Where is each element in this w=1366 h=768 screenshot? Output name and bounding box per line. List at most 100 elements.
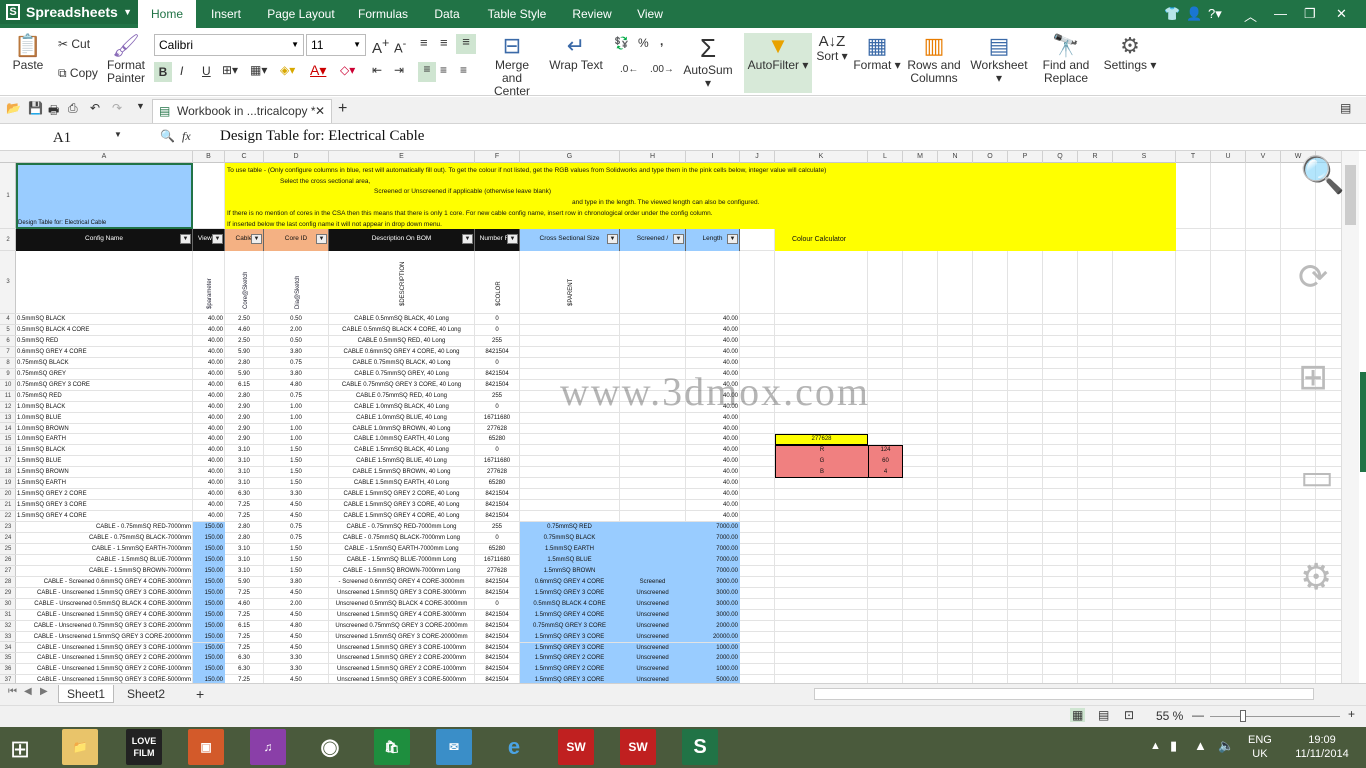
table-cell[interactable]: 0.75 [265, 533, 327, 544]
table-cell[interactable]: CABLE - 1.5mmSQ BROWN-7000mm Long [330, 566, 473, 577]
table-cell[interactable]: - Screened 0.6mmSQ GREY 4 CORE-3000mm [330, 577, 473, 588]
table-cell[interactable]: 1.50 [265, 555, 327, 566]
normal-view-icon[interactable]: ▦ [1070, 708, 1086, 722]
table-cell[interactable]: CABLE 0.5mmSQ BLACK 4 CORE, 40 Long [330, 325, 473, 336]
table-cell[interactable]: 40.00 [687, 325, 738, 336]
page-layout-view-icon[interactable]: ▤ [1098, 708, 1109, 722]
table-cell[interactable]: CABLE 0.75mmSQ GREY, 40 Long [330, 369, 473, 380]
row-header[interactable]: 21 [0, 500, 16, 512]
font-name-select[interactable]: Calibri ▼ [154, 34, 304, 56]
table-cell[interactable]: 8421504 [476, 621, 518, 632]
table-cell[interactable]: 277628 [476, 467, 518, 478]
table-cell[interactable]: 1.50 [265, 478, 327, 489]
redo-icon[interactable]: ↷ [112, 101, 122, 115]
colour-value-cell[interactable]: 277628 [775, 434, 868, 446]
table-cell[interactable]: 255 [476, 522, 518, 533]
table-cell[interactable]: 40.00 [687, 445, 738, 456]
table-cell[interactable]: 7000.00 [687, 522, 738, 533]
table-cell[interactable]: 40.00 [687, 511, 738, 522]
table-cell[interactable]: 1000.00 [687, 664, 738, 675]
column-header-i[interactable]: I [686, 151, 740, 163]
fill-color-icon[interactable]: ◈▾ [280, 63, 295, 77]
table-cell[interactable]: 6.15 [226, 621, 262, 632]
solidworks-icon-2[interactable]: SW [620, 729, 656, 765]
table-cell[interactable]: CABLE - 1.5mmSQ EARTH-7000mm [17, 544, 191, 555]
paste-button[interactable]: 📋 Paste [8, 33, 48, 93]
table-cell[interactable]: 150.00 [194, 533, 223, 544]
store-icon[interactable]: 🛍 [374, 729, 410, 765]
table-cell[interactable]: Screened [621, 577, 684, 588]
print-preview-icon[interactable]: ⎙ [68, 101, 78, 116]
scroll-thumb[interactable] [1345, 165, 1356, 225]
windows-start-icon[interactable]: ⊞ [10, 735, 30, 764]
table-cell[interactable]: 40.00 [194, 489, 223, 500]
table-cell[interactable]: 8421504 [476, 632, 518, 643]
table-cell[interactable]: 0.5mmSQ BLACK 4 CORE [521, 599, 618, 610]
table-cell[interactable]: 150.00 [194, 653, 223, 664]
table-header-cell[interactable]: Core ID ▼ [264, 229, 329, 251]
table-cell[interactable]: 1.50 [265, 544, 327, 555]
table-cell[interactable]: 20000.00 [687, 632, 738, 643]
column-header-l[interactable]: L [868, 151, 903, 163]
table-cell[interactable]: Unscreened [621, 632, 684, 643]
table-cell[interactable]: 1.5mmSQ BROWN [521, 566, 618, 577]
table-cell[interactable]: 1.5mmSQ GREY 2 CORE [17, 489, 191, 500]
table-cell[interactable]: CABLE 1.0mmSQ BLUE, 40 Long [330, 413, 473, 424]
lovefilm-app-icon[interactable]: LOVE FILM [126, 729, 162, 765]
table-cell[interactable]: 1.00 [265, 402, 327, 413]
table-cell[interactable]: 4.80 [265, 380, 327, 391]
help-icon[interactable]: ?▾ [1208, 6, 1222, 22]
table-cell[interactable]: CABLE - 1.5mmSQ BLUE-7000mm Long [330, 555, 473, 566]
zoom-slider-thumb[interactable] [1240, 710, 1246, 722]
table-cell[interactable]: CABLE - Unscreened 0.75mmSQ GREY 3 CORE-… [17, 621, 191, 632]
table-cell[interactable]: CABLE - 1.5mmSQ BLUE-7000mm [17, 555, 191, 566]
column-header-o[interactable]: O [973, 151, 1008, 163]
table-cell[interactable]: 1.50 [265, 566, 327, 577]
table-cell[interactable]: 150.00 [194, 632, 223, 643]
column-header-f[interactable]: F [475, 151, 520, 163]
column-header-u[interactable]: U [1211, 151, 1246, 163]
table-cell[interactable]: 1.5mmSQ GREY 3 CORE [521, 675, 618, 683]
menu-tab-view[interactable]: View [624, 0, 676, 28]
table-cell[interactable]: CABLE 0.75mmSQ RED, 40 Long [330, 391, 473, 402]
table-cell[interactable]: CABLE - 0.75mmSQ BLACK-7000mm [17, 533, 191, 544]
table-cell[interactable]: 4.50 [265, 675, 327, 683]
table-cell[interactable]: 0 [476, 402, 518, 413]
table-cell[interactable]: 16711680 [476, 555, 518, 566]
table-cell[interactable]: CABLE 0.75mmSQ GREY 3 CORE, 40 Long [330, 380, 473, 391]
table-cell[interactable]: 150.00 [194, 588, 223, 599]
page-break-view-icon[interactable]: ⊡ [1124, 708, 1134, 722]
solidworks-icon[interactable]: SW [558, 729, 594, 765]
table-cell[interactable]: CABLE 1.5mmSQ GREY 2 CORE, 40 Long [330, 489, 473, 500]
table-cell[interactable]: 1.5mmSQ BLUE [17, 456, 191, 467]
table-cell[interactable]: CABLE 0.6mmSQ GREY 4 CORE, 40 Long [330, 347, 473, 358]
table-cell[interactable]: 40.00 [194, 391, 223, 402]
zoom-level[interactable]: 55 % [1156, 709, 1183, 723]
row-header[interactable]: 23 [0, 522, 16, 533]
table-cell[interactable]: 150.00 [194, 555, 223, 566]
row-header[interactable]: 10 [0, 380, 16, 391]
table-cell[interactable]: 0.75mmSQ GREY 3 CORE [521, 621, 618, 632]
table-cell[interactable]: 40.00 [194, 347, 223, 358]
table-cell[interactable]: Unscreened [621, 643, 684, 654]
file-explorer-icon[interactable]: 📁 [62, 729, 98, 765]
indent-decrease-icon[interactable]: ⇤ [372, 63, 382, 77]
comma-icon[interactable]: , [660, 34, 663, 48]
menu-tab-page-layout[interactable]: Page Layout [256, 0, 346, 28]
table-cell[interactable]: 1.50 [265, 467, 327, 478]
align-top-icon[interactable]: ≡ [420, 35, 428, 50]
table-cell[interactable]: 3.10 [226, 478, 262, 489]
table-cell[interactable]: 3000.00 [687, 610, 738, 621]
table-cell[interactable]: 3.10 [226, 555, 262, 566]
table-cell[interactable]: 255 [476, 336, 518, 347]
decrease-decimal-icon[interactable]: .00→ [650, 64, 674, 75]
row-header[interactable]: 25 [0, 544, 16, 555]
table-cell[interactable]: Unscreened 1.5mmSQ GREY 2 CORE-1000mm [330, 664, 473, 675]
row-header[interactable]: 22 [0, 511, 16, 523]
table-cell[interactable]: 1.5mmSQ GREY 3 CORE [521, 632, 618, 643]
table-cell[interactable]: Unscreened 0.75mmSQ GREY 3 CORE-2000mm [330, 621, 473, 632]
table-cell[interactable]: CABLE - Unscreened 1.5mmSQ GREY 3 CORE-3… [17, 588, 191, 599]
table-cell[interactable]: 3.10 [226, 445, 262, 456]
table-header-cell[interactable]: Number For Colour▼ [475, 229, 520, 251]
table-cell[interactable]: 7.25 [226, 610, 262, 621]
